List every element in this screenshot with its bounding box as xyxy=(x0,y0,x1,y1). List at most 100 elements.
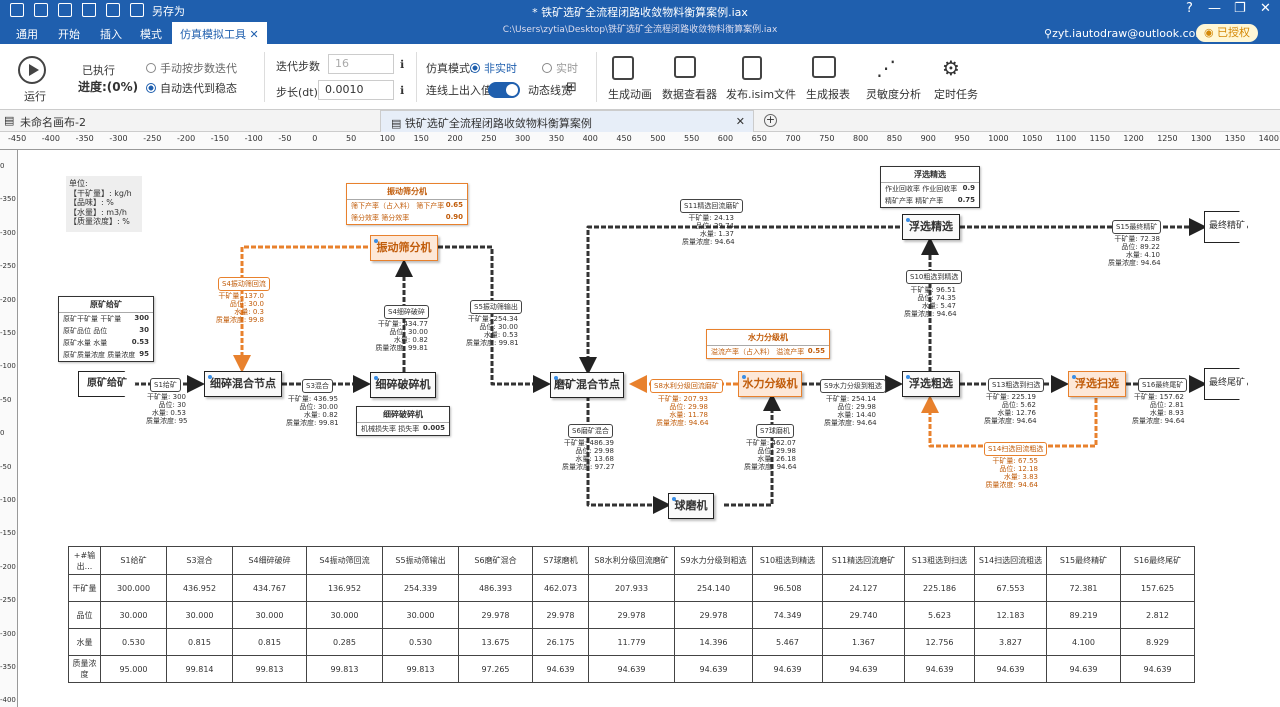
user-account[interactable]: ⚲zyt.iautodraw@outlook.com xyxy=(1044,27,1206,40)
publish-isim-button[interactable]: 发布.isim文件 xyxy=(726,86,796,102)
table-cell[interactable]: 74.349 xyxy=(752,601,823,629)
sensitivity-icon[interactable]: ⋰ xyxy=(876,56,896,80)
minimize-icon[interactable]: — xyxy=(1208,1,1221,16)
table-cell[interactable]: 29.978 xyxy=(588,601,675,629)
stream-label-s5[interactable]: S5振动筛输出 xyxy=(470,300,522,314)
stream-label-s4[interactable]: S4细碎破碎 xyxy=(384,305,429,319)
node-mix2[interactable]: 磨矿混合节点 xyxy=(550,372,624,398)
tab-general[interactable]: 通用 xyxy=(16,26,38,42)
doc-tab-active[interactable]: ▤ 铁矿选矿全流程闭路收敛物料衡算案例 ✕ xyxy=(380,110,754,132)
realtime-radio[interactable]: 实时 xyxy=(542,60,578,76)
grid-icon[interactable]: ⊞ xyxy=(566,80,577,95)
table-cell[interactable]: 0.530 xyxy=(100,628,167,656)
param-panel-feed[interactable]: 原矿给矿 原矿干矿量 干矿量 300 原矿品位 品位 30 原矿水量 水量 0.53 … xyxy=(58,296,154,362)
table-cell[interactable]: 13.675 xyxy=(458,628,533,656)
node-crusher[interactable]: 细碎破碎机 xyxy=(370,372,436,398)
table-cell[interactable]: 30.000 xyxy=(306,601,383,629)
table-cell[interactable]: 0.815 xyxy=(166,628,233,656)
table-cell[interactable]: 157.625 xyxy=(1120,574,1195,602)
table-cell[interactable]: 225.186 xyxy=(904,574,975,602)
table-cell[interactable]: 11.779 xyxy=(588,628,675,656)
data-viewer-icon[interactable] xyxy=(674,56,696,78)
stream-label-s15[interactable]: S15最终精矿 xyxy=(1112,220,1162,234)
run-button[interactable]: 运行 xyxy=(24,88,46,104)
table-cell[interactable]: 67.553 xyxy=(974,574,1047,602)
table-cell[interactable]: 29.978 xyxy=(458,601,533,629)
table-cell[interactable]: 3.827 xyxy=(974,628,1047,656)
table-cell[interactable]: 99.813 xyxy=(382,655,459,683)
table-cell[interactable]: 2.812 xyxy=(1120,601,1195,629)
license-badge[interactable]: ◉ 已授权 xyxy=(1196,24,1258,42)
table-header-cell[interactable]: S9水力分级到粗选 xyxy=(674,546,753,575)
table-header-cell[interactable]: S1给矿 xyxy=(100,546,167,575)
stream-label-s8[interactable]: S8水利分级回流磨矿 xyxy=(650,379,723,393)
table-cell[interactable]: 5.467 xyxy=(752,628,823,656)
restore-icon[interactable]: ❐ xyxy=(1234,1,1246,16)
table-cell[interactable]: 1.367 xyxy=(822,628,905,656)
table-cell[interactable]: 96.508 xyxy=(752,574,823,602)
table-header-cell[interactable]: S14扫选回流粗选 xyxy=(974,546,1047,575)
table-cell[interactable]: 254.339 xyxy=(382,574,459,602)
table-header-cell[interactable]: S4振动筛回流 xyxy=(306,546,383,575)
table-header-cell[interactable]: +#输出... xyxy=(68,546,101,575)
table-cell[interactable]: 8.929 xyxy=(1120,628,1195,656)
table-cell[interactable]: 94.639 xyxy=(822,655,905,683)
table-header-cell[interactable]: S16最终尾矿 xyxy=(1120,546,1195,575)
param-panel-crusher[interactable]: 细碎破碎机 机械损失率 损失率 0.005 xyxy=(356,406,450,436)
tab-close-icon[interactable]: ✕ xyxy=(250,28,259,41)
table-cell[interactable]: 30.000 xyxy=(166,601,233,629)
file-icon[interactable] xyxy=(742,56,762,80)
table-cell[interactable]: 94.639 xyxy=(532,655,589,683)
stream-label-s11[interactable]: S11精选回流磨矿 xyxy=(680,199,744,213)
table-cell[interactable]: 0.530 xyxy=(382,628,459,656)
table-cell[interactable]: 品位 xyxy=(68,601,101,629)
table-cell[interactable]: 0.815 xyxy=(232,628,307,656)
table-cell[interactable]: 97.265 xyxy=(458,655,533,683)
table-cell[interactable]: 12.183 xyxy=(974,601,1047,629)
node-rougher[interactable]: 浮选粗选 xyxy=(902,371,960,397)
stream-label-s7[interactable]: S7球磨机 xyxy=(756,424,794,438)
table-cell[interactable]: 136.952 xyxy=(306,574,383,602)
doc-tab-untitled[interactable]: 未命名画布-2 xyxy=(20,114,86,130)
node-cleaner[interactable]: 浮选精选 xyxy=(902,214,960,240)
table-cell[interactable]: 72.381 xyxy=(1046,574,1121,602)
table-cell[interactable]: 30.000 xyxy=(382,601,459,629)
table-header-cell[interactable]: S11精选回流磨矿 xyxy=(822,546,905,575)
sensitivity-button[interactable]: 灵敏度分析 xyxy=(866,86,921,102)
tab-simulation[interactable]: 仿真模拟工具 ✕ xyxy=(172,22,267,44)
table-cell[interactable]: 99.813 xyxy=(232,655,307,683)
timer-icon[interactable]: ⚙ xyxy=(942,56,960,80)
param-panel-cleaner[interactable]: 浮选精选 作业回收率 作业回收率 0.9 精矿产率 精矿产率 0.75 xyxy=(880,166,980,208)
table-cell[interactable]: 486.393 xyxy=(458,574,533,602)
table-cell[interactable]: 0.285 xyxy=(306,628,383,656)
table-cell[interactable]: 12.756 xyxy=(904,628,975,656)
table-cell[interactable]: 94.639 xyxy=(1120,655,1195,683)
table-cell[interactable]: 水量 xyxy=(68,628,101,656)
table-cell[interactable]: 254.140 xyxy=(674,574,753,602)
help-icon[interactable]: ? xyxy=(1186,1,1193,16)
table-cell[interactable]: 30.000 xyxy=(232,601,307,629)
table-cell[interactable]: 30.000 xyxy=(100,601,167,629)
generate-report-button[interactable]: 生成报表 xyxy=(806,86,850,102)
table-cell[interactable]: 29.740 xyxy=(822,601,905,629)
table-cell[interactable]: 26.175 xyxy=(532,628,589,656)
data-viewer-button[interactable]: 数据查看器 xyxy=(662,86,717,102)
stream-label-s16[interactable]: S16最终尾矿 xyxy=(1138,378,1188,392)
table-header-cell[interactable]: S10粗选到精选 xyxy=(752,546,823,575)
tab-mode[interactable]: 模式 xyxy=(140,26,162,42)
report-icon[interactable] xyxy=(812,56,836,78)
table-cell[interactable]: 89.219 xyxy=(1046,601,1121,629)
table-cell[interactable]: 99.814 xyxy=(166,655,233,683)
tab-insert[interactable]: 插入 xyxy=(100,26,122,42)
stream-label-s3[interactable]: S3混合 xyxy=(302,379,333,393)
table-cell[interactable]: 99.813 xyxy=(306,655,383,683)
tab-start[interactable]: 开始 xyxy=(58,26,80,42)
node-mix1[interactable]: 细碎混合节点 xyxy=(204,371,282,397)
table-cell[interactable]: 29.978 xyxy=(674,601,753,629)
stream-label-s14[interactable]: S14扫选回流粗选 xyxy=(984,442,1048,456)
param-panel-screen[interactable]: 振动筛分机 筛下产率（占入料） 筛下产率 0.65 筛分效率 筛分效率 0.90 xyxy=(346,183,468,225)
table-cell[interactable]: 94.639 xyxy=(674,655,753,683)
table-cell[interactable]: 24.127 xyxy=(822,574,905,602)
table-cell[interactable]: 94.639 xyxy=(1046,655,1121,683)
manual-iter-radio[interactable]: 手动按步数迭代 xyxy=(146,60,237,76)
